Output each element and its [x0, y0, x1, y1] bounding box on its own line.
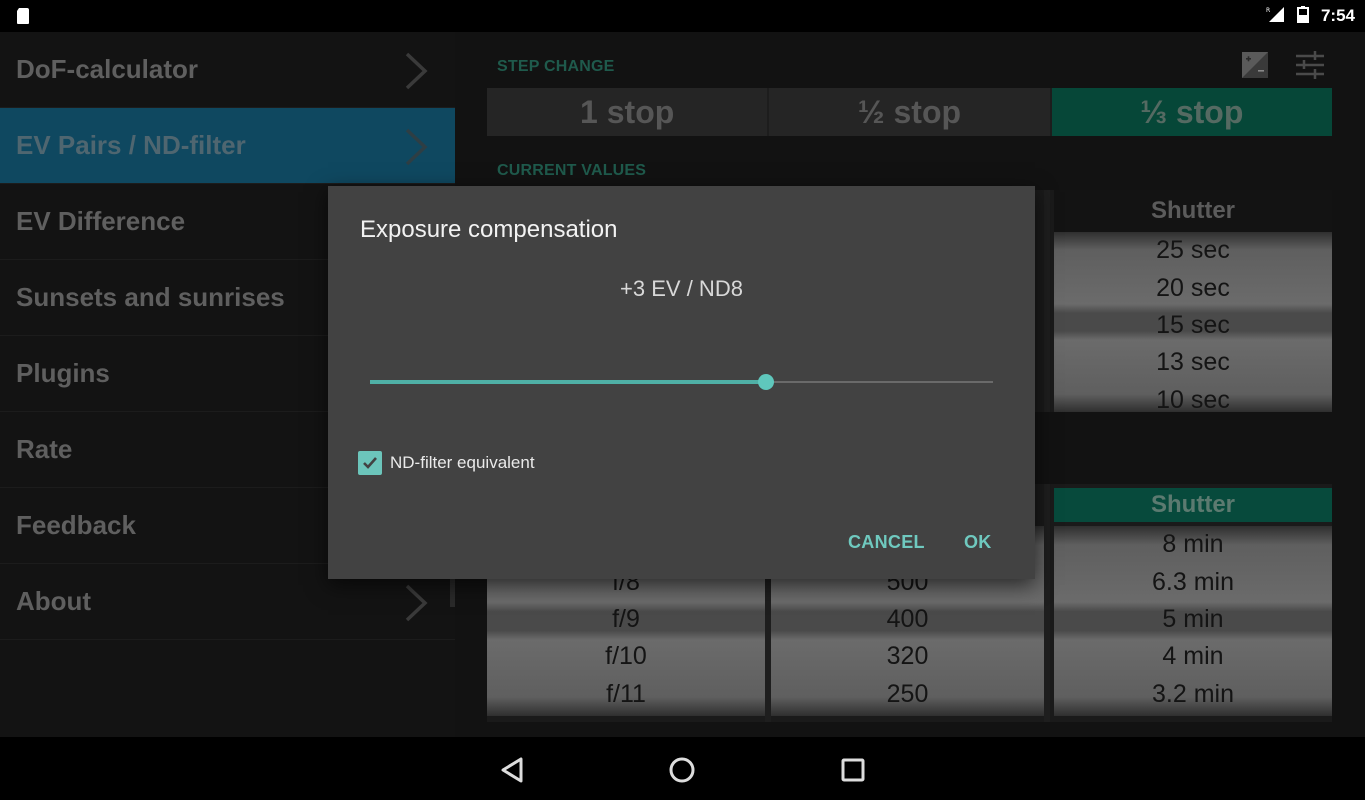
drawer-item-ev-pairs[interactable]: EV Pairs / ND-filter — [0, 108, 455, 184]
app-window: STEP CHANGE 1 stop ½ stop ⅓ stop CURRENT… — [0, 32, 1365, 737]
current-shutter-column: Shutter 25 sec 20 sec 15 sec 13 sec 10 s… — [1054, 190, 1332, 412]
nd-filter-checkbox[interactable] — [358, 451, 382, 475]
step-half-stop[interactable]: ½ stop — [769, 88, 1052, 136]
ev-slider[interactable] — [370, 372, 993, 392]
nd-shutter-header[interactable]: Shutter — [1054, 488, 1332, 522]
svg-text:R: R — [1266, 7, 1270, 14]
nd-filter-checkbox-label: ND-filter equivalent — [390, 453, 535, 472]
wheel-item[interactable]: f/11 — [487, 676, 765, 713]
wheel-item[interactable]: f/10 — [487, 638, 765, 675]
tune-sliders-icon[interactable] — [1293, 48, 1327, 82]
step-change-segmented-control: 1 stop ½ stop ⅓ stop — [487, 88, 1332, 136]
drawer-item-label: About — [16, 586, 92, 616]
ev-value-readout: +3 EV / ND8 — [620, 276, 743, 301]
sd-card-icon — [14, 7, 32, 25]
chevron-right-icon — [403, 52, 429, 90]
step-1-stop[interactable]: 1 stop — [487, 88, 770, 136]
current-shutter-header: Shutter — [1054, 190, 1332, 232]
wheel-item[interactable]: 6.3 min — [1054, 563, 1332, 600]
nd-shutter-wheel[interactable]: 8 min 6.3 min 5 min 4 min 3.2 min — [1054, 526, 1332, 716]
column-separator — [1044, 484, 1050, 722]
step-change-label: STEP CHANGE — [497, 58, 615, 75]
wheel-item[interactable]: 320 — [771, 638, 1044, 675]
nd-filter-checkbox-row[interactable]: ND-filter equivalent — [358, 451, 535, 475]
signal-icon: R — [1265, 5, 1285, 28]
home-icon[interactable] — [665, 753, 699, 787]
drawer-item-label: Sunsets and sunrises — [16, 282, 285, 312]
status-bar: R 7:54 — [0, 0, 1365, 32]
exposure-icon[interactable] — [1239, 48, 1273, 82]
wheel-item-selected[interactable]: 15 sec — [1054, 307, 1332, 344]
slider-thumb[interactable] — [757, 374, 774, 390]
back-icon[interactable] — [496, 753, 530, 787]
wheel-item[interactable]: 8 min — [1054, 526, 1332, 563]
wheel-item[interactable]: 20 sec — [1054, 269, 1332, 306]
battery-icon — [1293, 5, 1313, 28]
exposure-compensation-dialog: Exposure compensation +3 EV / ND8 ND-fil… — [328, 186, 1035, 579]
recents-icon[interactable] — [836, 753, 870, 787]
clock: 7:54 — [1320, 6, 1355, 25]
checkmark-icon — [363, 457, 377, 469]
nd-shutter-column: Shutter 8 min 6.3 min 5 min 4 min 3.2 mi… — [1054, 484, 1332, 716]
chevron-right-icon — [403, 584, 429, 622]
wheel-item[interactable]: 3.2 min — [1054, 676, 1332, 713]
drawer-item-label: Plugins — [16, 358, 110, 388]
step-third-stop[interactable]: ⅓ stop — [1051, 88, 1332, 136]
drawer-item-dof-calculator[interactable]: DoF-calculator — [0, 32, 455, 108]
current-shutter-wheel[interactable]: 25 sec 20 sec 15 sec 13 sec 10 sec — [1054, 232, 1332, 412]
wheel-item-selected[interactable]: f/9 — [487, 601, 765, 638]
wheel-item[interactable]: 25 sec — [1054, 232, 1332, 269]
system-navigation-bar — [0, 737, 1365, 800]
wheel-item-selected[interactable]: 5 min — [1054, 601, 1332, 638]
drawer-item-label: Rate — [16, 434, 73, 464]
chevron-right-icon — [403, 128, 429, 166]
wheel-item[interactable]: 250 — [771, 676, 1044, 713]
wheel-item-selected[interactable]: 400 — [771, 601, 1044, 638]
ok-button[interactable]: OK — [964, 532, 992, 553]
current-values-label: CURRENT VALUES — [497, 162, 647, 179]
dialog-title: Exposure compensation — [360, 216, 618, 243]
column-separator — [1044, 190, 1050, 412]
wheel-item[interactable]: 13 sec — [1054, 344, 1332, 381]
cancel-button[interactable]: CANCEL — [848, 532, 925, 553]
slider-fill — [370, 380, 766, 384]
drawer-item-label: EV Difference — [16, 206, 186, 236]
drawer-item-label: DoF-calculator — [16, 54, 199, 84]
wheel-item[interactable]: 4 min — [1054, 638, 1332, 675]
drawer-item-label: EV Pairs / ND-filter — [16, 130, 246, 160]
wheel-item[interactable]: 10 sec — [1054, 382, 1332, 412]
drawer-item-label: Feedback — [16, 510, 136, 540]
